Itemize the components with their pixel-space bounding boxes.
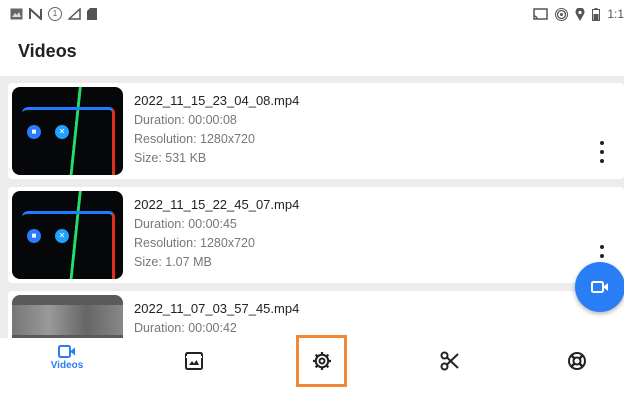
nav-item-trim[interactable] [410,351,490,400]
video-file-name: 2022_11_15_22_45_07.mp4 [134,197,300,212]
sd-card-icon [87,8,97,20]
more-options-icon[interactable] [596,141,608,163]
video-camera-icon [58,345,75,358]
location-icon [575,7,585,21]
video-duration: Duration: 00:00:42 [134,321,237,335]
gallery-icon [185,352,203,370]
thumbnail-x-icon: ✕ [55,125,69,139]
status-left: 1 [10,7,97,21]
signal-icon [68,8,81,20]
video-camera-icon [591,281,608,293]
cast-icon [533,8,549,20]
video-file-name: 2022_11_15_23_04_08.mp4 [134,93,300,108]
nav-item-gallery[interactable] [154,351,234,400]
hotspot-icon [555,7,569,21]
nav-label-videos: Videos [50,360,84,371]
video-resolution: Resolution: 1280x720 [134,132,255,146]
video-thumbnail[interactable]: ■ ✕ [12,191,123,279]
image-icon [10,8,23,20]
settings-highlight-box [296,335,347,387]
video-size: Size: 1.07 MB [134,255,212,269]
status-right: 1:1 [533,7,624,21]
video-file-name: 2022_11_07_03_57_45.mp4 [134,301,300,316]
nav-item-support[interactable] [537,351,617,400]
page-title: Videos [18,41,77,61]
status-bar: 1 1:1 [0,0,624,30]
battery-icon [592,7,601,21]
video-list[interactable]: ■ ✕ 2022_11_15_23_04_08.mp4 Duration: 00… [0,76,624,338]
video-duration: Duration: 00:00:45 [134,217,237,231]
video-list-item[interactable]: ■ ✕ 2022_11_15_22_45_07.mp4 Duration: 00… [8,187,624,283]
thumbnail-camera-icon: ■ [27,229,41,243]
video-thumbnail[interactable] [12,295,123,338]
scissors-icon [440,351,459,371]
status-time: 1:1 [607,7,624,21]
record-video-fab[interactable] [575,262,624,312]
n-icon [29,8,42,20]
video-thumbnail[interactable]: ■ ✕ [12,87,123,175]
notification-count-icon: 1 [48,7,62,21]
support-icon [568,352,586,370]
video-resolution: Resolution: 1280x720 [134,236,255,250]
thumbnail-camera-icon: ■ [27,125,41,139]
video-size: Size: 531 KB [134,151,207,165]
video-list-item[interactable]: ■ ✕ 2022_11_15_23_04_08.mp4 Duration: 00… [8,83,624,179]
video-list-item[interactable]: 2022_11_07_03_57_45.mp4 Duration: 00:00:… [8,291,624,338]
thumbnail-x-icon: ✕ [55,229,69,243]
video-duration: Duration: 00:00:08 [134,113,237,127]
